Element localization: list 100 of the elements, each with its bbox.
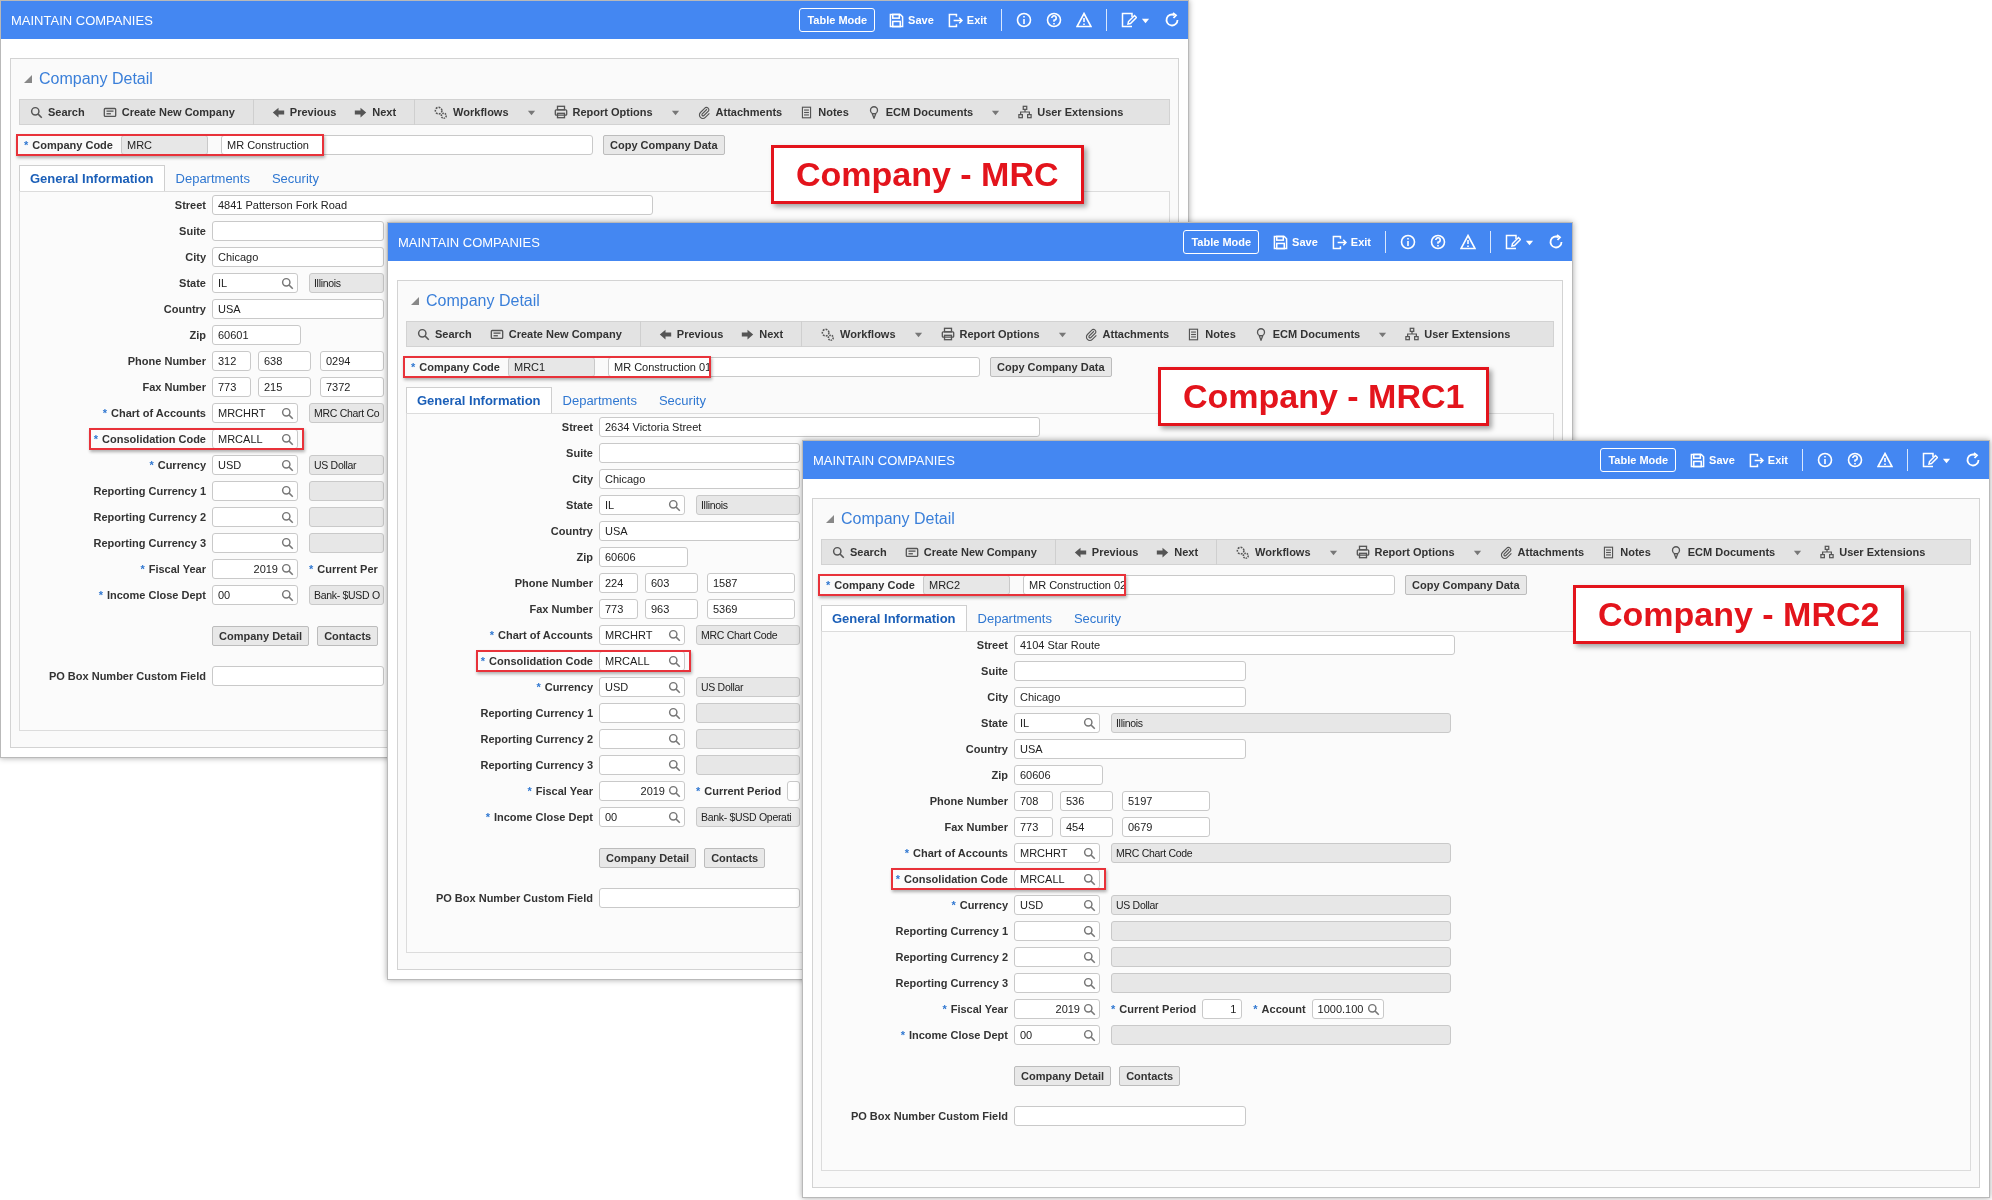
lookup-field[interactable] (599, 755, 685, 775)
edit-menu-button[interactable] (1505, 234, 1534, 250)
lookup-field[interactable] (599, 703, 685, 723)
text-field[interactable] (599, 888, 800, 908)
toolbar-button[interactable]: ECM Documents (1668, 545, 1803, 559)
tab[interactable]: General Information (19, 165, 165, 191)
phone-field[interactable]: 5369 (707, 599, 795, 619)
copy-button[interactable]: Copy Company Data (603, 135, 725, 155)
copy-button[interactable]: Copy Company Data (1405, 575, 1527, 595)
lookup-field[interactable] (1014, 973, 1100, 993)
text-field[interactable]: 60606 (1014, 765, 1103, 785)
text-field[interactable] (599, 443, 800, 463)
refresh-button[interactable] (1965, 452, 1981, 468)
text-field[interactable] (787, 781, 800, 801)
lookup-field[interactable]: 2019 (599, 781, 685, 801)
text-field[interactable]: 2634 Victoria Street (599, 417, 1040, 437)
lookup-field[interactable] (1014, 947, 1100, 967)
form-button[interactable]: Contacts (704, 848, 766, 868)
tab[interactable]: Departments (164, 165, 261, 191)
text-field[interactable]: 4841 Patterson Fork Road (212, 195, 653, 215)
table-mode-button[interactable]: Table Mode (799, 8, 876, 32)
edit-menu-button[interactable] (1922, 452, 1951, 468)
lookup-field[interactable]: IL (1014, 713, 1100, 733)
toolbar-button[interactable]: Next (354, 105, 397, 119)
phone-field[interactable]: 603 (645, 573, 698, 593)
phone-field[interactable]: 963 (645, 599, 698, 619)
form-button[interactable]: Company Detail (1014, 1066, 1112, 1086)
refresh-button[interactable] (1164, 12, 1180, 28)
toolbar-button[interactable]: Search (417, 327, 472, 341)
text-field[interactable] (212, 221, 384, 241)
lookup-field[interactable] (212, 507, 298, 527)
phone-field[interactable]: 0679 (1122, 817, 1210, 837)
info-button[interactable] (1400, 234, 1416, 250)
lookup-field[interactable] (599, 729, 685, 749)
text-field[interactable] (1014, 1106, 1246, 1126)
text-field[interactable] (1014, 661, 1246, 681)
lookup-field[interactable]: 00 (212, 585, 298, 605)
text-field[interactable]: USA (1014, 739, 1246, 759)
help-button[interactable] (1046, 12, 1062, 28)
phone-field[interactable]: 224 (599, 573, 638, 593)
toolbar-button[interactable]: User Extensions (1018, 105, 1124, 119)
refresh-button[interactable] (1548, 234, 1564, 250)
tab[interactable]: Security (260, 165, 330, 191)
lookup-field[interactable]: MRCHRT (1014, 843, 1100, 863)
warning-button[interactable] (1076, 12, 1092, 28)
toolbar-button[interactable]: Create New Company (102, 105, 235, 119)
form-button[interactable]: Company Detail (599, 848, 697, 868)
save-button[interactable]: Save (889, 12, 934, 28)
lookup-field[interactable]: MRCHRT (599, 625, 685, 645)
phone-field[interactable]: 1587 (707, 573, 795, 593)
lookup-field[interactable]: 1000.100 (1311, 999, 1384, 1019)
toolbar-button[interactable]: ECM Documents (1253, 327, 1388, 341)
tab[interactable]: Departments (966, 605, 1063, 631)
help-button[interactable] (1430, 234, 1446, 250)
exit-button[interactable]: Exit (1748, 452, 1788, 468)
text-field[interactable]: MR Construction 01 (608, 357, 980, 377)
lookup-field[interactable]: IL (599, 495, 685, 515)
text-field[interactable]: Chicago (599, 469, 800, 489)
phone-field[interactable]: 7372 (320, 377, 384, 397)
phone-field[interactable]: 215 (258, 377, 311, 397)
info-button[interactable] (1016, 12, 1032, 28)
text-field[interactable]: Chicago (1014, 687, 1246, 707)
lookup-field[interactable] (212, 533, 298, 553)
text-field[interactable]: 60601 (212, 325, 301, 345)
lookup-field[interactable]: MRCALL (599, 651, 685, 671)
text-field[interactable] (212, 666, 384, 686)
toolbar-button[interactable]: Next (741, 327, 784, 341)
text-field[interactable]: MR Construction (221, 135, 593, 155)
text-field[interactable]: 4104 Star Route (1014, 635, 1455, 655)
text-field[interactable]: USA (599, 521, 800, 541)
lookup-field[interactable]: IL (212, 273, 298, 293)
tab[interactable]: Departments (551, 387, 648, 413)
toolbar-button[interactable]: User Extensions (1405, 327, 1511, 341)
lookup-field[interactable]: USD (599, 677, 685, 697)
lookup-field[interactable]: USD (1014, 895, 1100, 915)
form-button[interactable]: Contacts (317, 626, 379, 646)
lookup-field[interactable]: 2019 (212, 559, 298, 579)
toolbar-button[interactable]: Attachments (1499, 545, 1585, 559)
text-field[interactable]: USA (212, 299, 384, 319)
exit-button[interactable]: Exit (1331, 234, 1371, 250)
toolbar-button[interactable]: Create New Company (904, 545, 1037, 559)
phone-field[interactable]: 773 (599, 599, 638, 619)
text-field[interactable]: 1 (1202, 999, 1243, 1019)
phone-field[interactable]: 0294 (320, 351, 384, 371)
toolbar-button[interactable]: Workflows (1235, 544, 1338, 560)
toolbar-button[interactable]: Workflows (433, 104, 536, 120)
phone-field[interactable]: 454 (1060, 817, 1113, 837)
tab[interactable]: General Information (406, 387, 552, 413)
toolbar-button[interactable]: User Extensions (1820, 545, 1926, 559)
lookup-field[interactable]: MRCALL (1014, 869, 1100, 889)
tab[interactable]: Security (647, 387, 717, 413)
form-button[interactable]: Company Detail (212, 626, 310, 646)
toolbar-button[interactable]: Search (832, 545, 887, 559)
exit-button[interactable]: Exit (947, 12, 987, 28)
help-button[interactable] (1847, 452, 1863, 468)
save-button[interactable]: Save (1273, 234, 1318, 250)
save-button[interactable]: Save (1690, 452, 1735, 468)
toolbar-button[interactable]: Search (30, 105, 85, 119)
warning-button[interactable] (1460, 234, 1476, 250)
toolbar-button[interactable]: Previous (1073, 545, 1139, 559)
